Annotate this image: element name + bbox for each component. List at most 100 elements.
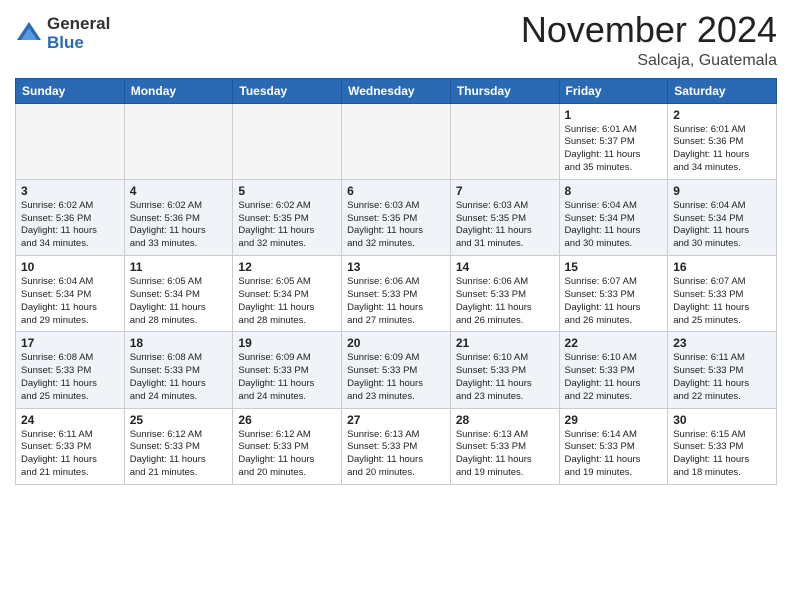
day-number: 1	[565, 108, 663, 122]
day-info: Sunrise: 6:06 AM Sunset: 5:33 PM Dayligh…	[347, 276, 445, 327]
month-title: November 2024	[521, 10, 777, 50]
calendar-cell: 7 Sunrise: 6:03 AM Sunset: 5:35 PM Daylig…	[450, 179, 559, 255]
calendar-header-row: SundayMondayTuesdayWednesdayThursdayFrid…	[16, 78, 777, 103]
day-info: Sunrise: 6:07 AM Sunset: 5:33 PM Dayligh…	[673, 276, 771, 327]
location: Salcaja, Guatemala	[521, 52, 777, 70]
calendar-cell: 10Sunrise: 6:04 AM Sunset: 5:34 PM Dayli…	[16, 256, 125, 332]
calendar-cell: 3 Sunrise: 6:02 AM Sunset: 5:36 PM Daylig…	[16, 179, 125, 255]
calendar-cell: 20 Sunrise: 6:09 AM Sunset: 5:33 PM Dayli…	[342, 332, 451, 408]
calendar-cell: 6 Sunrise: 6:03 AM Sunset: 5:35 PM Daylig…	[342, 179, 451, 255]
day-number: 30	[673, 413, 771, 427]
day-number: 20	[347, 336, 445, 350]
logo-icon	[15, 20, 43, 48]
day-info: Sunrise: 6:09 AM Sunset: 5:33 PM Dayligh…	[238, 352, 336, 403]
day-number: 19	[238, 336, 336, 350]
day-number: 14	[456, 260, 554, 274]
day-info: Sunrise: 6:09 AM Sunset: 5:33 PM Dayligh…	[347, 352, 445, 403]
calendar-cell: 14Sunrise: 6:06 AM Sunset: 5:33 PM Dayli…	[450, 256, 559, 332]
day-info: Sunrise: 6:13 AM Sunset: 5:33 PM Dayligh…	[347, 429, 445, 480]
day-info: Sunrise: 6:04 AM Sunset: 5:34 PM Dayligh…	[673, 200, 771, 251]
day-info: Sunrise: 6:03 AM Sunset: 5:35 PM Dayligh…	[456, 200, 554, 251]
calendar-cell	[342, 103, 451, 179]
day-info: Sunrise: 6:02 AM Sunset: 5:35 PM Dayligh…	[238, 200, 336, 251]
day-number: 13	[347, 260, 445, 274]
day-info: Sunrise: 6:01 AM Sunset: 5:36 PM Dayligh…	[673, 124, 771, 175]
calendar-table: SundayMondayTuesdayWednesdayThursdayFrid…	[15, 78, 777, 485]
day-info: Sunrise: 6:13 AM Sunset: 5:33 PM Dayligh…	[456, 429, 554, 480]
calendar-cell	[233, 103, 342, 179]
day-number: 26	[238, 413, 336, 427]
calendar-cell: 11 Sunrise: 6:05 AM Sunset: 5:34 PM Dayli…	[124, 256, 233, 332]
logo-text: General Blue	[47, 15, 110, 52]
calendar-cell: 8Sunrise: 6:04 AM Sunset: 5:34 PM Daylig…	[559, 179, 668, 255]
calendar-cell: 17 Sunrise: 6:08 AM Sunset: 5:33 PM Dayli…	[16, 332, 125, 408]
day-header-thursday: Thursday	[450, 78, 559, 103]
day-info: Sunrise: 6:03 AM Sunset: 5:35 PM Dayligh…	[347, 200, 445, 251]
logo-general: General	[47, 15, 110, 34]
calendar-cell: 27 Sunrise: 6:13 AM Sunset: 5:33 PM Dayli…	[342, 408, 451, 484]
day-number: 21	[456, 336, 554, 350]
calendar-cell: 22 Sunrise: 6:10 AM Sunset: 5:33 PM Dayli…	[559, 332, 668, 408]
day-number: 23	[673, 336, 771, 350]
day-info: Sunrise: 6:15 AM Sunset: 5:33 PM Dayligh…	[673, 429, 771, 480]
calendar-cell	[450, 103, 559, 179]
day-number: 9	[673, 184, 771, 198]
day-info: Sunrise: 6:08 AM Sunset: 5:33 PM Dayligh…	[21, 352, 119, 403]
day-info: Sunrise: 6:07 AM Sunset: 5:33 PM Dayligh…	[565, 276, 663, 327]
logo: General Blue	[15, 15, 110, 52]
logo-blue: Blue	[47, 34, 110, 53]
day-number: 12	[238, 260, 336, 274]
day-number: 16	[673, 260, 771, 274]
calendar-cell: 9 Sunrise: 6:04 AM Sunset: 5:34 PM Daylig…	[668, 179, 777, 255]
page: General Blue November 2024 Salcaja, Guat…	[0, 0, 792, 500]
day-number: 6	[347, 184, 445, 198]
day-number: 22	[565, 336, 663, 350]
calendar-cell: 21Sunrise: 6:10 AM Sunset: 5:33 PM Dayli…	[450, 332, 559, 408]
calendar-cell: 12 Sunrise: 6:05 AM Sunset: 5:34 PM Dayli…	[233, 256, 342, 332]
day-header-wednesday: Wednesday	[342, 78, 451, 103]
day-number: 3	[21, 184, 119, 198]
calendar-week-4: 17 Sunrise: 6:08 AM Sunset: 5:33 PM Dayli…	[16, 332, 777, 408]
day-number: 27	[347, 413, 445, 427]
day-number: 15	[565, 260, 663, 274]
calendar-cell: 28Sunrise: 6:13 AM Sunset: 5:33 PM Dayli…	[450, 408, 559, 484]
day-info: Sunrise: 6:05 AM Sunset: 5:34 PM Dayligh…	[238, 276, 336, 327]
calendar-cell: 4 Sunrise: 6:02 AM Sunset: 5:36 PM Daylig…	[124, 179, 233, 255]
day-info: Sunrise: 6:11 AM Sunset: 5:33 PM Dayligh…	[673, 352, 771, 403]
day-info: Sunrise: 6:08 AM Sunset: 5:33 PM Dayligh…	[130, 352, 228, 403]
day-number: 18	[130, 336, 228, 350]
day-info: Sunrise: 6:10 AM Sunset: 5:33 PM Dayligh…	[565, 352, 663, 403]
calendar-cell: 29Sunrise: 6:14 AM Sunset: 5:33 PM Dayli…	[559, 408, 668, 484]
day-info: Sunrise: 6:14 AM Sunset: 5:33 PM Dayligh…	[565, 429, 663, 480]
calendar-cell: 2Sunrise: 6:01 AM Sunset: 5:36 PM Daylig…	[668, 103, 777, 179]
header: General Blue November 2024 Salcaja, Guat…	[15, 10, 777, 70]
calendar-cell: 24Sunrise: 6:11 AM Sunset: 5:33 PM Dayli…	[16, 408, 125, 484]
day-number: 5	[238, 184, 336, 198]
day-number: 10	[21, 260, 119, 274]
calendar-week-1: 1 Sunrise: 6:01 AM Sunset: 5:37 PM Daylig…	[16, 103, 777, 179]
day-info: Sunrise: 6:02 AM Sunset: 5:36 PM Dayligh…	[130, 200, 228, 251]
day-info: Sunrise: 6:01 AM Sunset: 5:37 PM Dayligh…	[565, 124, 663, 175]
calendar-week-2: 3 Sunrise: 6:02 AM Sunset: 5:36 PM Daylig…	[16, 179, 777, 255]
calendar-cell: 30 Sunrise: 6:15 AM Sunset: 5:33 PM Dayli…	[668, 408, 777, 484]
calendar-cell: 19 Sunrise: 6:09 AM Sunset: 5:33 PM Dayli…	[233, 332, 342, 408]
calendar-cell: 15 Sunrise: 6:07 AM Sunset: 5:33 PM Dayli…	[559, 256, 668, 332]
day-info: Sunrise: 6:05 AM Sunset: 5:34 PM Dayligh…	[130, 276, 228, 327]
calendar-cell: 26Sunrise: 6:12 AM Sunset: 5:33 PM Dayli…	[233, 408, 342, 484]
day-info: Sunrise: 6:04 AM Sunset: 5:34 PM Dayligh…	[565, 200, 663, 251]
day-header-monday: Monday	[124, 78, 233, 103]
day-number: 4	[130, 184, 228, 198]
title-block: November 2024 Salcaja, Guatemala	[521, 10, 777, 70]
day-header-friday: Friday	[559, 78, 668, 103]
day-header-sunday: Sunday	[16, 78, 125, 103]
day-number: 7	[456, 184, 554, 198]
day-number: 17	[21, 336, 119, 350]
calendar-cell: 16 Sunrise: 6:07 AM Sunset: 5:33 PM Dayli…	[668, 256, 777, 332]
day-info: Sunrise: 6:02 AM Sunset: 5:36 PM Dayligh…	[21, 200, 119, 251]
day-number: 25	[130, 413, 228, 427]
calendar-cell: 13 Sunrise: 6:06 AM Sunset: 5:33 PM Dayli…	[342, 256, 451, 332]
day-number: 11	[130, 260, 228, 274]
calendar-cell	[124, 103, 233, 179]
calendar-cell	[16, 103, 125, 179]
calendar-cell: 5 Sunrise: 6:02 AM Sunset: 5:35 PM Daylig…	[233, 179, 342, 255]
